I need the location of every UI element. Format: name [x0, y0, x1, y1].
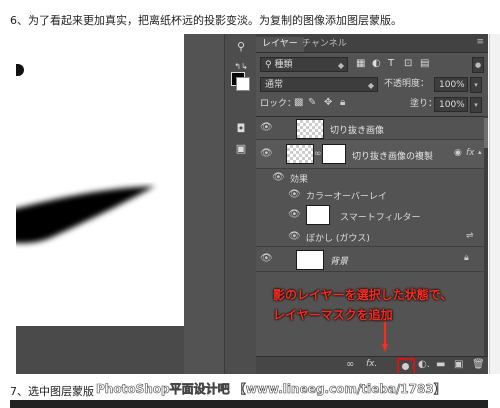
fill-slider-button[interactable]: ▾: [470, 97, 482, 113]
lock-transparency-icon[interactable]: ▩: [294, 97, 303, 108]
watermark: PhotoShop平面设计吧 【www.lineeg.com/tieba/178…: [96, 382, 446, 397]
annotation-line-1: 影のレイヤーを選択した状態で、: [273, 288, 453, 302]
add-layer-mask-button[interactable]: [397, 358, 415, 374]
opacity-input[interactable]: 100%: [434, 77, 468, 92]
eye-icon[interactable]: 👁︎: [288, 231, 301, 242]
folder-icon[interactable]: ▬: [436, 359, 445, 370]
lock-image-icon[interactable]: ✎: [308, 97, 316, 108]
smart-object-filter-icon[interactable]: ▤: [420, 58, 429, 69]
filter-options-icon[interactable]: ⇌: [466, 231, 474, 241]
effects-row: 👁︎ 効果: [256, 169, 484, 186]
blend-mode-select[interactable]: 通常 ◆: [260, 77, 378, 92]
layer-thumbnail: [296, 119, 324, 139]
link-icon[interactable]: ∞: [346, 359, 354, 370]
shape-filter-icon[interactable]: ⊡: [404, 58, 412, 69]
annotation-arrow: [382, 322, 388, 352]
lock-all-icon[interactable]: 🔒︎: [340, 97, 345, 108]
annotation-line-2: レイヤーマスクを追加: [273, 308, 393, 322]
collapse-icon[interactable]: ▴: [478, 148, 482, 156]
effects-label: 効果: [290, 175, 309, 185]
filter-name: ぼかし (ガウス): [306, 234, 370, 244]
layer-thumbnail: [286, 144, 314, 164]
layer-row-selected[interactable]: 👁︎ ∞ 切り抜き画像の複製 ◉ fx ▴: [256, 140, 484, 169]
layer-row-background[interactable]: 👁︎ 背景 🔒︎: [256, 247, 484, 272]
eye-icon[interactable]: 👁︎: [288, 209, 301, 220]
layer-mask-thumbnail[interactable]: [322, 144, 346, 164]
new-layer-icon[interactable]: ▣: [454, 359, 463, 370]
quick-mask-icon[interactable]: ◘: [232, 122, 250, 136]
smart-filter-row: 👁︎ スマートフィルター: [256, 203, 484, 227]
filter-toggle[interactable]: ●: [472, 57, 484, 73]
layer-thumbnail: [296, 250, 324, 270]
opacity-label: 不透明度：: [384, 79, 430, 89]
panel-menu-icon[interactable]: ≡: [476, 37, 484, 47]
shadow-shape: [16, 186, 155, 244]
effect-name: カラーオーバーレイ: [306, 192, 387, 202]
fx-icon[interactable]: fx.: [366, 359, 377, 369]
filter-kind-select[interactable]: ⚲ 種類 ◆: [260, 57, 348, 72]
lock-position-icon[interactable]: ✥: [324, 97, 332, 108]
step7-caption: 7、选中图层蒙版: [10, 385, 94, 398]
document-canvas: [16, 34, 184, 326]
layer-name: 切り抜き画像の複製: [352, 152, 434, 162]
eye-icon[interactable]: 👁︎: [272, 172, 285, 183]
next-image-strip: [10, 400, 488, 408]
layers-bottom-bar: ∞ fx. ◐. ▬ ▣ 🗑︎: [256, 356, 488, 374]
fill-input[interactable]: 100%: [434, 97, 468, 112]
screen-mode-icon[interactable]: ▣: [232, 142, 250, 156]
smart-filter-label: スマートフィルター: [340, 213, 421, 223]
layers-scrollbar[interactable]: [484, 116, 488, 356]
blend-row: 通常 ◆ 不透明度： 100% ▾: [256, 75, 488, 97]
opacity-slider-button[interactable]: ▾: [470, 77, 482, 93]
instruction-annotation: 影のレイヤーを選択した状態で、 レイヤーマスクを追加: [273, 285, 452, 325]
chevron-down-icon: ◆: [367, 81, 374, 90]
layer-name: 切り抜き画像: [330, 126, 385, 136]
pixel-filter-icon[interactable]: ▦: [356, 58, 365, 69]
smart-filter-icon: ◉: [454, 148, 462, 158]
cup-edge: [16, 64, 24, 76]
page-right-edge: [489, 34, 500, 374]
filter-mask-thumbnail[interactable]: [306, 205, 330, 225]
adjustment-icon[interactable]: ◐.: [418, 359, 430, 370]
chevron-down-icon: ◆: [337, 61, 344, 70]
scrollbar-thumb[interactable]: [484, 118, 488, 148]
blend-mode-value: 通常: [265, 80, 284, 90]
effect-item: 👁︎ カラーオーバーレイ: [256, 186, 484, 203]
lock-row: ロック： ▩ ✎ ✥ 🔒︎ 塗り： 100% ▾: [256, 95, 488, 117]
search-icon[interactable]: ⚲: [232, 40, 250, 54]
document-canvas-area: [16, 34, 184, 374]
tool-strip: ⚲ ↰↳ ◘ ▣: [224, 34, 257, 374]
eye-icon[interactable]: 👁︎: [260, 148, 273, 159]
filter-kind-value: 種類: [274, 60, 293, 70]
filter-row: ⚲ 種類 ◆ ▦ ◐ T ⊡ ▤ ●: [256, 55, 488, 77]
panel-tabs: レイヤー チャンネル ≡: [256, 34, 488, 53]
type-filter-icon[interactable]: T: [388, 58, 394, 69]
eye-icon[interactable]: 👁︎: [260, 253, 273, 264]
background-color-swatch[interactable]: [236, 77, 250, 91]
trash-icon[interactable]: 🗑︎: [472, 359, 485, 370]
step6-caption: 6、为了看起来更加真实，把离纸杯远的投影变淡。为复制的图像添加图层蒙版。: [10, 14, 402, 27]
lock-icon: 🔒︎: [464, 253, 469, 263]
fill-label: 塗り：: [410, 99, 438, 109]
adjustment-filter-icon[interactable]: ◐: [372, 58, 381, 69]
eye-icon[interactable]: 👁︎: [260, 122, 273, 133]
lock-label: ロック：: [260, 99, 297, 109]
eye-icon[interactable]: 👁︎: [288, 189, 301, 200]
layer-row[interactable]: 👁︎ 切り抜き画像: [256, 117, 484, 140]
fx-icon[interactable]: fx: [466, 148, 475, 158]
filter-item: 👁︎ ぼかし (ガウス) ⇌: [256, 228, 484, 247]
tab-channels[interactable]: チャンネル: [296, 37, 353, 52]
layer-name: 背景: [330, 257, 349, 267]
link-icon[interactable]: ∞: [314, 149, 322, 159]
